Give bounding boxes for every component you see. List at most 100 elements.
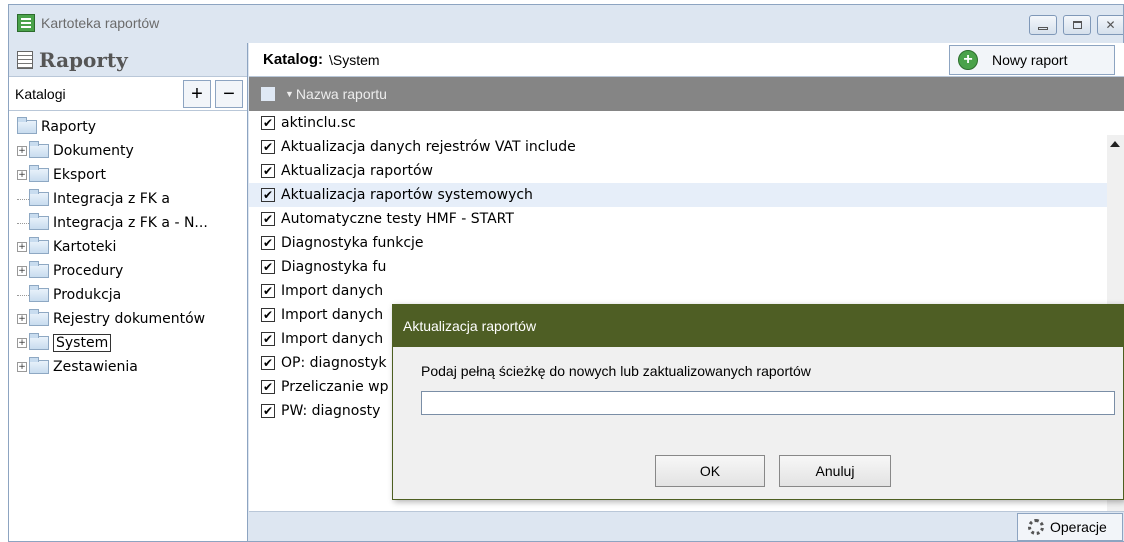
folder-icon: [29, 213, 49, 230]
tree-item[interactable]: Integracja z FK a: [17, 187, 247, 211]
cancel-button[interactable]: Anuluj: [779, 455, 891, 487]
folder-icon: [17, 117, 37, 134]
tree-item[interactable]: + Kartoteki: [17, 235, 247, 259]
tree-item-label: Produkcja: [53, 287, 122, 303]
row-checkbox[interactable]: ✔: [261, 140, 275, 154]
dialog-title-bar[interactable]: Aktualizacja raportów: [393, 305, 1123, 347]
new-report-label: Nowy raport: [992, 52, 1068, 68]
dialog-title: Aktualizacja raportów: [403, 318, 537, 334]
folder-icon: [29, 237, 49, 254]
maximize-icon: [1072, 21, 1082, 29]
expand-icon[interactable]: +: [17, 170, 27, 180]
row-checkbox[interactable]: ✔: [261, 116, 275, 130]
report-name: Diagnostyka funkcje: [281, 235, 424, 251]
tree-item[interactable]: + Procedury: [17, 259, 247, 283]
report-icon: [17, 50, 33, 69]
report-row[interactable]: ✔ Aktualizacja raportów: [249, 159, 1124, 183]
minimize-button[interactable]: [1029, 15, 1057, 35]
report-row[interactable]: ✔ Diagnostyka funkcje: [249, 231, 1124, 255]
row-checkbox[interactable]: ✔: [261, 284, 275, 298]
report-name: aktinclu.sc: [281, 115, 356, 131]
tree-item[interactable]: + Rejestry dokumentów: [17, 307, 247, 331]
tree-root-label: Raporty: [41, 119, 96, 135]
report-name: Aktualizacja raportów: [281, 163, 433, 179]
report-name: Automatyczne testy HMF - START: [281, 211, 514, 227]
row-checkbox[interactable]: ✔: [261, 404, 275, 418]
row-checkbox[interactable]: ✔: [261, 308, 275, 322]
report-row[interactable]: ✔ Aktualizacja raportów systemowych: [249, 183, 1124, 207]
window-controls: ✕: [1029, 15, 1123, 35]
tree-item[interactable]: + Zestawienia: [17, 355, 247, 379]
new-report-button[interactable]: + Nowy raport: [949, 45, 1115, 75]
report-name: Import danych: [281, 331, 384, 347]
report-name: Diagnostyka fu: [281, 259, 387, 275]
path-input[interactable]: [421, 391, 1115, 415]
folder-icon: [29, 309, 49, 326]
tree-item-label: Eksport: [53, 167, 106, 183]
report-row[interactable]: ✔ Automatyczne testy HMF - START: [249, 207, 1124, 231]
expand-icon[interactable]: +: [17, 146, 27, 156]
row-checkbox[interactable]: ✔: [261, 332, 275, 346]
row-checkbox[interactable]: ✔: [261, 356, 275, 370]
minimize-icon: [1038, 26, 1048, 30]
add-catalog-button[interactable]: +: [183, 79, 211, 108]
column-header-name: Nazwa raportu: [295, 86, 387, 102]
add-circle-icon: +: [958, 50, 978, 70]
main-footer: Operacje: [249, 511, 1124, 541]
tree-item[interactable]: + Eksport: [17, 163, 247, 187]
report-name: Import danych: [281, 283, 384, 299]
select-all-checkbox[interactable]: [261, 87, 275, 101]
report-row[interactable]: ✔ Diagnostyka fu: [249, 255, 1124, 279]
expand-icon[interactable]: +: [17, 362, 27, 372]
main-header: Katalog: \System + Nowy raport: [249, 43, 1124, 77]
row-checkbox[interactable]: ✔: [261, 236, 275, 250]
report-name: Import danych: [281, 307, 384, 323]
expand-icon[interactable]: +: [17, 266, 27, 276]
expand-icon[interactable]: +: [17, 314, 27, 324]
grid-header[interactable]: ▼ Nazwa raportu: [249, 77, 1124, 111]
expand-icon[interactable]: +: [17, 242, 27, 252]
report-row[interactable]: ✔ Aktualizacja danych rejestrów VAT inclu…: [249, 135, 1124, 159]
catalog-path: \System: [329, 51, 380, 68]
row-checkbox[interactable]: ✔: [261, 188, 275, 202]
folder-icon: [29, 285, 49, 302]
tree-branch-line: [17, 198, 29, 200]
row-checkbox[interactable]: ✔: [261, 380, 275, 394]
folder-icon: [29, 261, 49, 278]
folder-icon: [29, 141, 49, 158]
sidebar-header: Raporty: [9, 43, 247, 77]
tree-item-label: Dokumenty: [53, 143, 134, 159]
update-reports-dialog: Aktualizacja raportów Podaj pełną ścieżk…: [392, 304, 1124, 500]
tree-item-label: Procedury: [53, 263, 124, 279]
folder-icon: [29, 357, 49, 374]
operations-label: Operacje: [1050, 519, 1107, 535]
row-checkbox[interactable]: ✔: [261, 212, 275, 226]
folder-icon: [29, 333, 49, 350]
maximize-button[interactable]: [1063, 15, 1091, 35]
sidebar: Raporty Katalogi + − Raporty + Dokumenty +…: [9, 43, 248, 541]
folder-icon: [29, 189, 49, 206]
tree-item[interactable]: Produkcja: [17, 283, 247, 307]
report-row[interactable]: ✔ aktinclu.sc: [249, 111, 1124, 135]
report-name: Przeliczanie wp: [281, 379, 389, 395]
gear-icon: [1028, 519, 1044, 535]
tree-item[interactable]: + System: [17, 331, 247, 355]
title-bar[interactable]: Kartoteka raportów ✕: [9, 5, 1123, 43]
report-row[interactable]: ✔ Import danych: [249, 279, 1124, 303]
operations-button[interactable]: Operacje: [1017, 513, 1123, 541]
row-checkbox[interactable]: ✔: [261, 164, 275, 178]
remove-catalog-button[interactable]: −: [215, 79, 243, 108]
tree-item-label: Kartoteki: [53, 239, 117, 255]
close-button[interactable]: ✕: [1097, 15, 1123, 35]
tree-item[interactable]: Integracja z FK a - N...: [17, 211, 247, 235]
report-name: Aktualizacja raportów systemowych: [281, 187, 533, 203]
tree-root[interactable]: Raporty: [17, 115, 247, 139]
expand-icon[interactable]: +: [17, 338, 27, 348]
row-checkbox[interactable]: ✔: [261, 260, 275, 274]
report-name: OP: diagnostyk: [281, 355, 387, 371]
ok-button[interactable]: OK: [655, 455, 765, 487]
tree-item[interactable]: + Dokumenty: [17, 139, 247, 163]
catalog-tree: Raporty + Dokumenty + Eksport Integracja z F…: [9, 111, 247, 379]
catalog-label: Katalogi: [15, 85, 66, 102]
scroll-up-icon[interactable]: [1110, 141, 1120, 147]
